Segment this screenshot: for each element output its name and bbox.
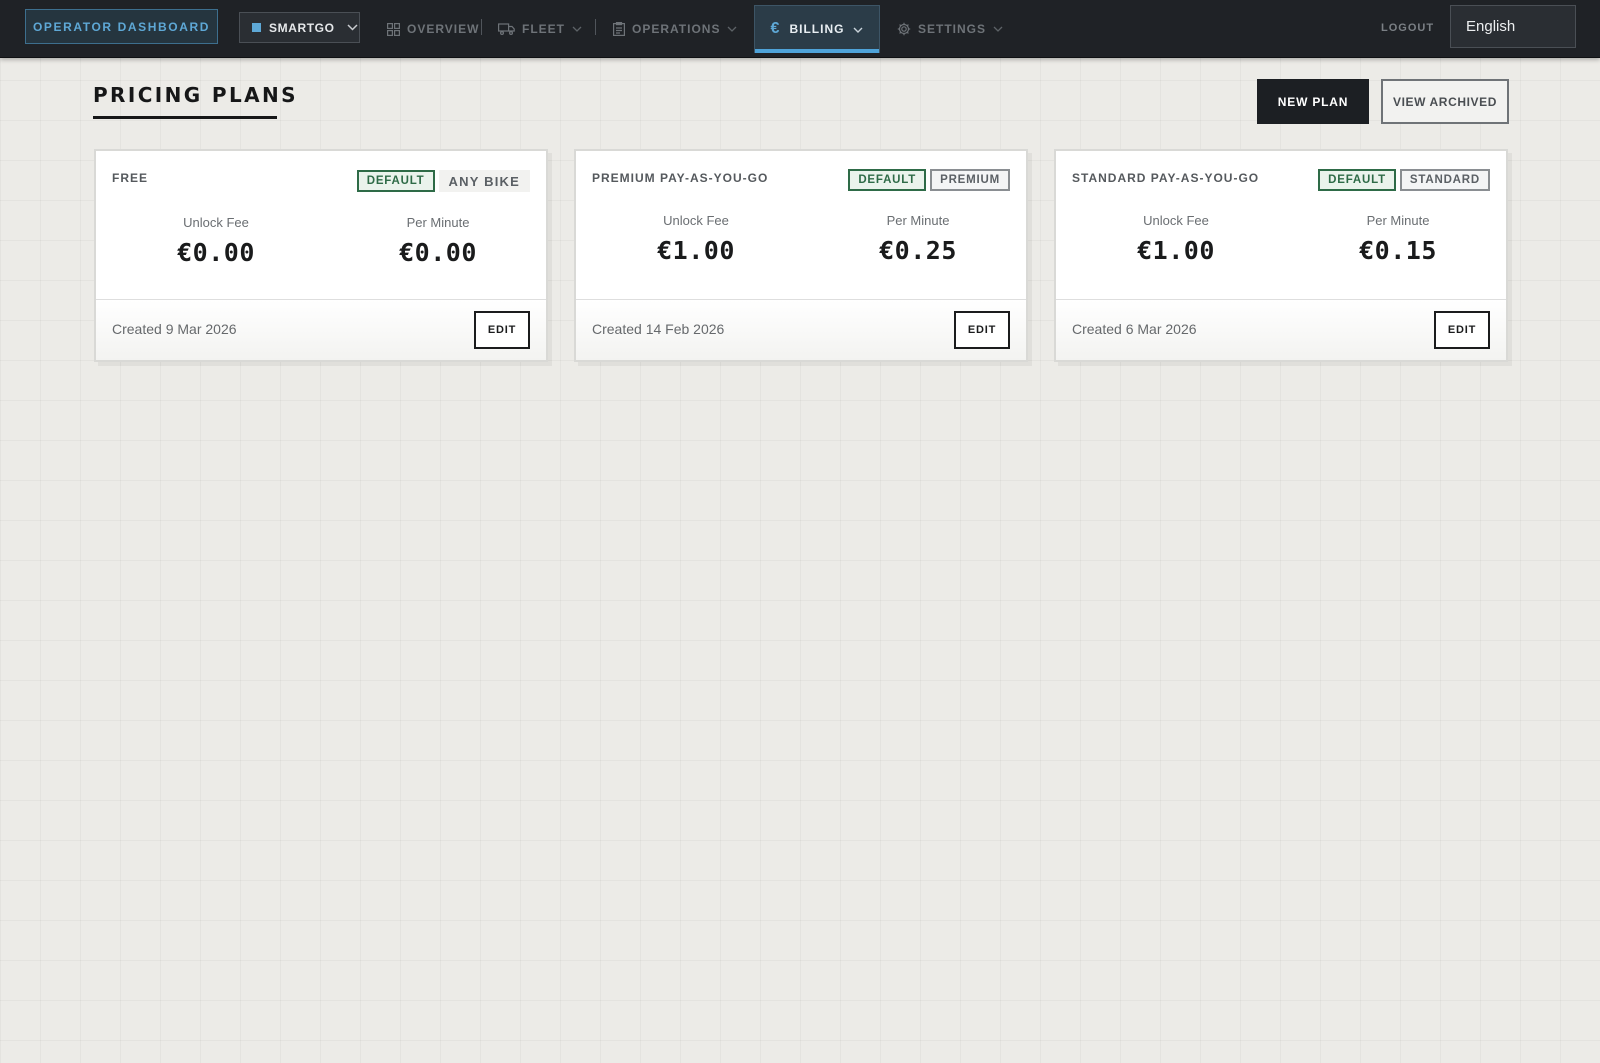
plan-name: FREE: [112, 171, 149, 185]
chevron-down-icon: [993, 26, 1003, 32]
plan-card-free: FREE DEFAULT ANY BIKE Unlock Fee €0.00 P…: [94, 149, 548, 362]
plan-card-footer: Created 9 Mar 2026 EDIT: [96, 299, 546, 360]
nav-label-fleet: FLEET: [522, 22, 565, 36]
default-badge: DEFAULT: [356, 170, 435, 192]
plan-badges: DEFAULT PREMIUM: [848, 169, 1010, 191]
nav-label-overview: OVERVIEW: [407, 22, 480, 36]
top-navigation-bar: OPERATOR DASHBOARD SMARTGO OVERVIEW FLEE…: [0, 0, 1600, 58]
unlock-fee-label: Unlock Fee: [183, 215, 249, 230]
edit-plan-button[interactable]: EDIT: [954, 311, 1010, 349]
nav-label-operations: OPERATIONS: [632, 22, 721, 36]
plan-name: STANDARD PAY-AS-YOU-GO: [1072, 171, 1260, 185]
unlock-fee-value: €1.00: [1137, 236, 1215, 265]
unlock-fee-value: €0.00: [177, 238, 255, 267]
per-minute-label: Per Minute: [406, 215, 470, 230]
organization-color-icon: [252, 23, 261, 32]
nav-item-overview[interactable]: OVERVIEW: [387, 0, 479, 58]
per-minute-value: €0.15: [1359, 236, 1437, 265]
gear-icon: [897, 22, 911, 36]
nav-label-settings: SETTINGS: [918, 22, 987, 36]
chevron-down-icon: [347, 24, 358, 31]
clipboard-icon: [613, 22, 625, 36]
default-badge: DEFAULT: [848, 169, 927, 191]
unlock-fee-value: €1.00: [657, 236, 735, 265]
new-plan-button[interactable]: NEW PLAN: [1257, 79, 1369, 124]
created-date: Created 9 Mar 2026: [112, 321, 237, 337]
unlock-fee-label: Unlock Fee: [663, 213, 729, 228]
vehicle-type-badge: PREMIUM: [930, 169, 1010, 191]
chevron-down-icon: [572, 26, 582, 32]
unlock-fee-block: Unlock Fee €0.00: [126, 215, 306, 267]
plan-badges: DEFAULT ANY BIKE: [356, 170, 530, 192]
plan-card-premium: PREMIUM PAY-AS-YOU-GO DEFAULT PREMIUM Un…: [574, 149, 1028, 362]
nav-item-operations[interactable]: OPERATIONS: [613, 0, 737, 58]
chevron-down-icon: [727, 26, 737, 32]
per-minute-block: Per Minute €0.00: [348, 215, 528, 267]
edit-plan-button[interactable]: EDIT: [474, 311, 530, 349]
vehicle-type-badge: STANDARD: [1399, 169, 1490, 191]
nav-item-billing[interactable]: € BILLING: [754, 5, 880, 53]
edit-plan-button[interactable]: EDIT: [1434, 311, 1490, 349]
logout-link[interactable]: LOGOUT: [1381, 22, 1434, 34]
title-underline: [93, 116, 277, 119]
nav-label-billing: BILLING: [789, 22, 845, 36]
nav-divider: [595, 19, 596, 35]
nav-divider: [481, 19, 482, 35]
created-date: Created 6 Mar 2026: [1072, 321, 1197, 337]
plan-card-standard: STANDARD PAY-AS-YOU-GO DEFAULT STANDARD …: [1054, 149, 1508, 362]
per-minute-block: Per Minute €0.25: [828, 213, 1008, 265]
page-title: PRICING PLANS: [93, 83, 298, 107]
chevron-down-icon: [853, 22, 863, 36]
unlock-fee-block: Unlock Fee €1.00: [606, 213, 786, 265]
per-minute-value: €0.25: [879, 236, 957, 265]
organization-selector[interactable]: SMARTGO: [239, 12, 360, 43]
organization-name: SMARTGO: [269, 20, 335, 35]
nav-item-settings[interactable]: SETTINGS: [897, 0, 1003, 58]
operator-dashboard-brand[interactable]: OPERATOR DASHBOARD: [25, 9, 218, 44]
euro-icon: €: [770, 20, 781, 37]
plan-badges: DEFAULT STANDARD: [1318, 169, 1490, 191]
grid-icon: [387, 22, 400, 36]
nav-item-fleet[interactable]: FLEET: [498, 0, 582, 58]
per-minute-block: Per Minute €0.15: [1308, 213, 1488, 265]
per-minute-label: Per Minute: [1366, 213, 1430, 228]
language-select[interactable]: English: [1450, 5, 1576, 48]
plan-card-footer: Created 14 Feb 2026 EDIT: [576, 299, 1026, 360]
unlock-fee-label: Unlock Fee: [1143, 213, 1209, 228]
vehicle-type-badge: ANY BIKE: [438, 170, 530, 192]
truck-icon: [498, 23, 515, 35]
default-badge: DEFAULT: [1318, 169, 1396, 191]
view-archived-button[interactable]: VIEW ARCHIVED: [1381, 79, 1509, 124]
per-minute-value: €0.00: [399, 238, 477, 267]
created-date: Created 14 Feb 2026: [592, 321, 725, 337]
unlock-fee-block: Unlock Fee €1.00: [1086, 213, 1266, 265]
plan-card-footer: Created 6 Mar 2026 EDIT: [1056, 299, 1506, 360]
plan-name: PREMIUM PAY-AS-YOU-GO: [592, 171, 769, 185]
per-minute-label: Per Minute: [886, 213, 950, 228]
